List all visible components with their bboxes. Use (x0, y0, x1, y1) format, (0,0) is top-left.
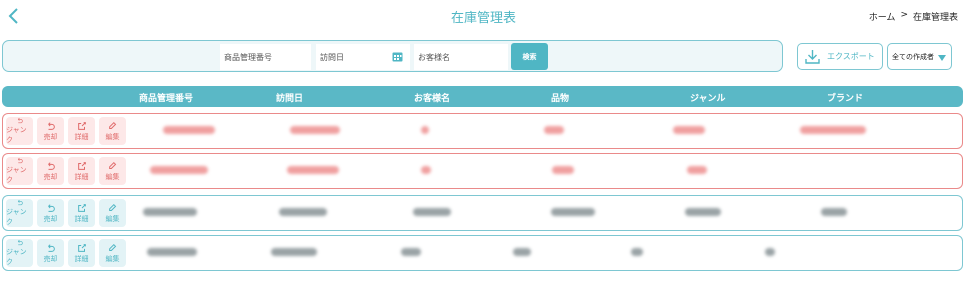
redacted-cell (143, 208, 197, 216)
page-title: 在庫管理表 (450, 11, 516, 26)
search-panel: 検索 (2, 40, 783, 72)
action-label: 詳細 (74, 254, 89, 263)
table-row: ジャンク 売却 詳細 編集 (2, 235, 963, 271)
redacted-cell (765, 248, 775, 256)
undo-icon (47, 161, 55, 170)
breadcrumb-separator: > (900, 10, 908, 20)
undo-icon (17, 239, 23, 246)
customer-name-input[interactable] (414, 44, 508, 70)
sold-button[interactable]: 売却 (37, 117, 64, 145)
action-label: ジャンク (6, 166, 27, 184)
export-button[interactable]: エクスポート (797, 43, 883, 70)
column-header: 訪問日 (276, 94, 304, 104)
redacted-cell (413, 208, 451, 216)
action-label: 詳細 (74, 172, 89, 181)
undo-icon (47, 243, 55, 252)
redacted-cell (421, 126, 429, 134)
redacted-cell (287, 166, 339, 174)
redacted-cell (401, 248, 421, 256)
creator-filter-select[interactable]: 全ての作成者 (887, 43, 952, 70)
column-header: お客様名 (414, 94, 451, 104)
redacted-cell (552, 166, 574, 174)
breadcrumb-current: 在庫管理表 (912, 13, 958, 23)
action-label: 編集 (105, 254, 120, 263)
details-button[interactable]: 詳細 (68, 239, 95, 267)
action-label: 売却 (43, 132, 58, 141)
action-label: 売却 (43, 254, 58, 263)
pencil-icon (108, 161, 116, 169)
redacted-cell (800, 126, 866, 134)
undo-icon (47, 203, 55, 212)
edit-button[interactable]: 編集 (99, 117, 126, 145)
action-label: 売却 (43, 214, 58, 223)
junk-button[interactable]: ジャンク (6, 239, 33, 267)
undo-icon (17, 117, 23, 124)
column-header: 商品管理番号 (139, 94, 194, 104)
redacted-cell (290, 126, 340, 134)
redacted-cell (147, 248, 197, 256)
pencil-icon (108, 121, 116, 129)
edit-button[interactable]: 編集 (99, 199, 126, 227)
breadcrumb: ホーム > 在庫管理表 (869, 10, 958, 23)
action-label: ジャンク (6, 126, 27, 144)
junk-button[interactable]: ジャンク (6, 117, 33, 145)
redacted-cell (150, 166, 208, 174)
search-button[interactable]: 検索 (511, 43, 548, 70)
table-row: ジャンク 売却 詳細 編集 (2, 153, 963, 189)
sold-button[interactable]: 売却 (37, 199, 64, 227)
action-label: ジャンク (6, 208, 27, 226)
details-button[interactable]: 詳細 (68, 199, 95, 227)
redacted-cell (551, 208, 595, 216)
undo-icon (17, 199, 23, 206)
redacted-cell (513, 248, 531, 256)
redacted-cell (821, 208, 847, 216)
pencil-icon (108, 203, 116, 211)
external-link-icon (77, 203, 86, 212)
calendar-icon[interactable] (392, 51, 403, 62)
column-header: 品物 (551, 94, 570, 104)
redacted-cell (421, 166, 431, 174)
pencil-icon (108, 243, 116, 251)
action-label: 売却 (43, 172, 58, 181)
redacted-cell (544, 126, 564, 134)
action-label: 詳細 (74, 214, 89, 223)
redacted-cell (687, 166, 707, 174)
column-header: ブランド (827, 94, 864, 104)
action-label: 編集 (105, 132, 120, 141)
redacted-cell (279, 208, 327, 216)
action-label: ジャンク (6, 248, 27, 266)
redacted-cell (163, 126, 215, 134)
export-label: エクスポート (827, 52, 875, 61)
edit-button[interactable]: 編集 (99, 157, 126, 185)
redacted-cell (271, 248, 317, 256)
caret-down-icon (938, 55, 946, 61)
junk-button[interactable]: ジャンク (6, 199, 33, 227)
external-link-icon (77, 243, 86, 252)
action-label: 詳細 (74, 132, 89, 141)
redacted-cell (631, 248, 643, 256)
junk-button[interactable]: ジャンク (6, 157, 33, 185)
column-header: ジャンル (690, 94, 726, 104)
sold-button[interactable]: 売却 (37, 157, 64, 185)
table-row: ジャンク 売却 詳細 編集 (2, 195, 963, 231)
action-label: 編集 (105, 214, 120, 223)
undo-icon (17, 157, 23, 164)
details-button[interactable]: 詳細 (68, 157, 95, 185)
sold-button[interactable]: 売却 (37, 239, 64, 267)
external-link-icon (77, 121, 86, 130)
edit-button[interactable]: 編集 (99, 239, 126, 267)
redacted-cell (685, 208, 721, 216)
undo-icon (47, 121, 55, 130)
download-icon (805, 50, 820, 64)
details-button[interactable]: 詳細 (68, 117, 95, 145)
redacted-cell (673, 126, 705, 134)
table-header: 商品管理番号 訪問日 お客様名 品物 ジャンル ブランド (2, 86, 963, 107)
table-row: ジャンク 売却 詳細 編集 (2, 113, 963, 149)
breadcrumb-home[interactable]: ホーム (869, 10, 896, 23)
product-code-input[interactable] (220, 44, 311, 70)
creator-filter-value: 全ての作成者 (892, 52, 934, 61)
external-link-icon (77, 161, 86, 170)
action-label: 編集 (105, 172, 120, 181)
